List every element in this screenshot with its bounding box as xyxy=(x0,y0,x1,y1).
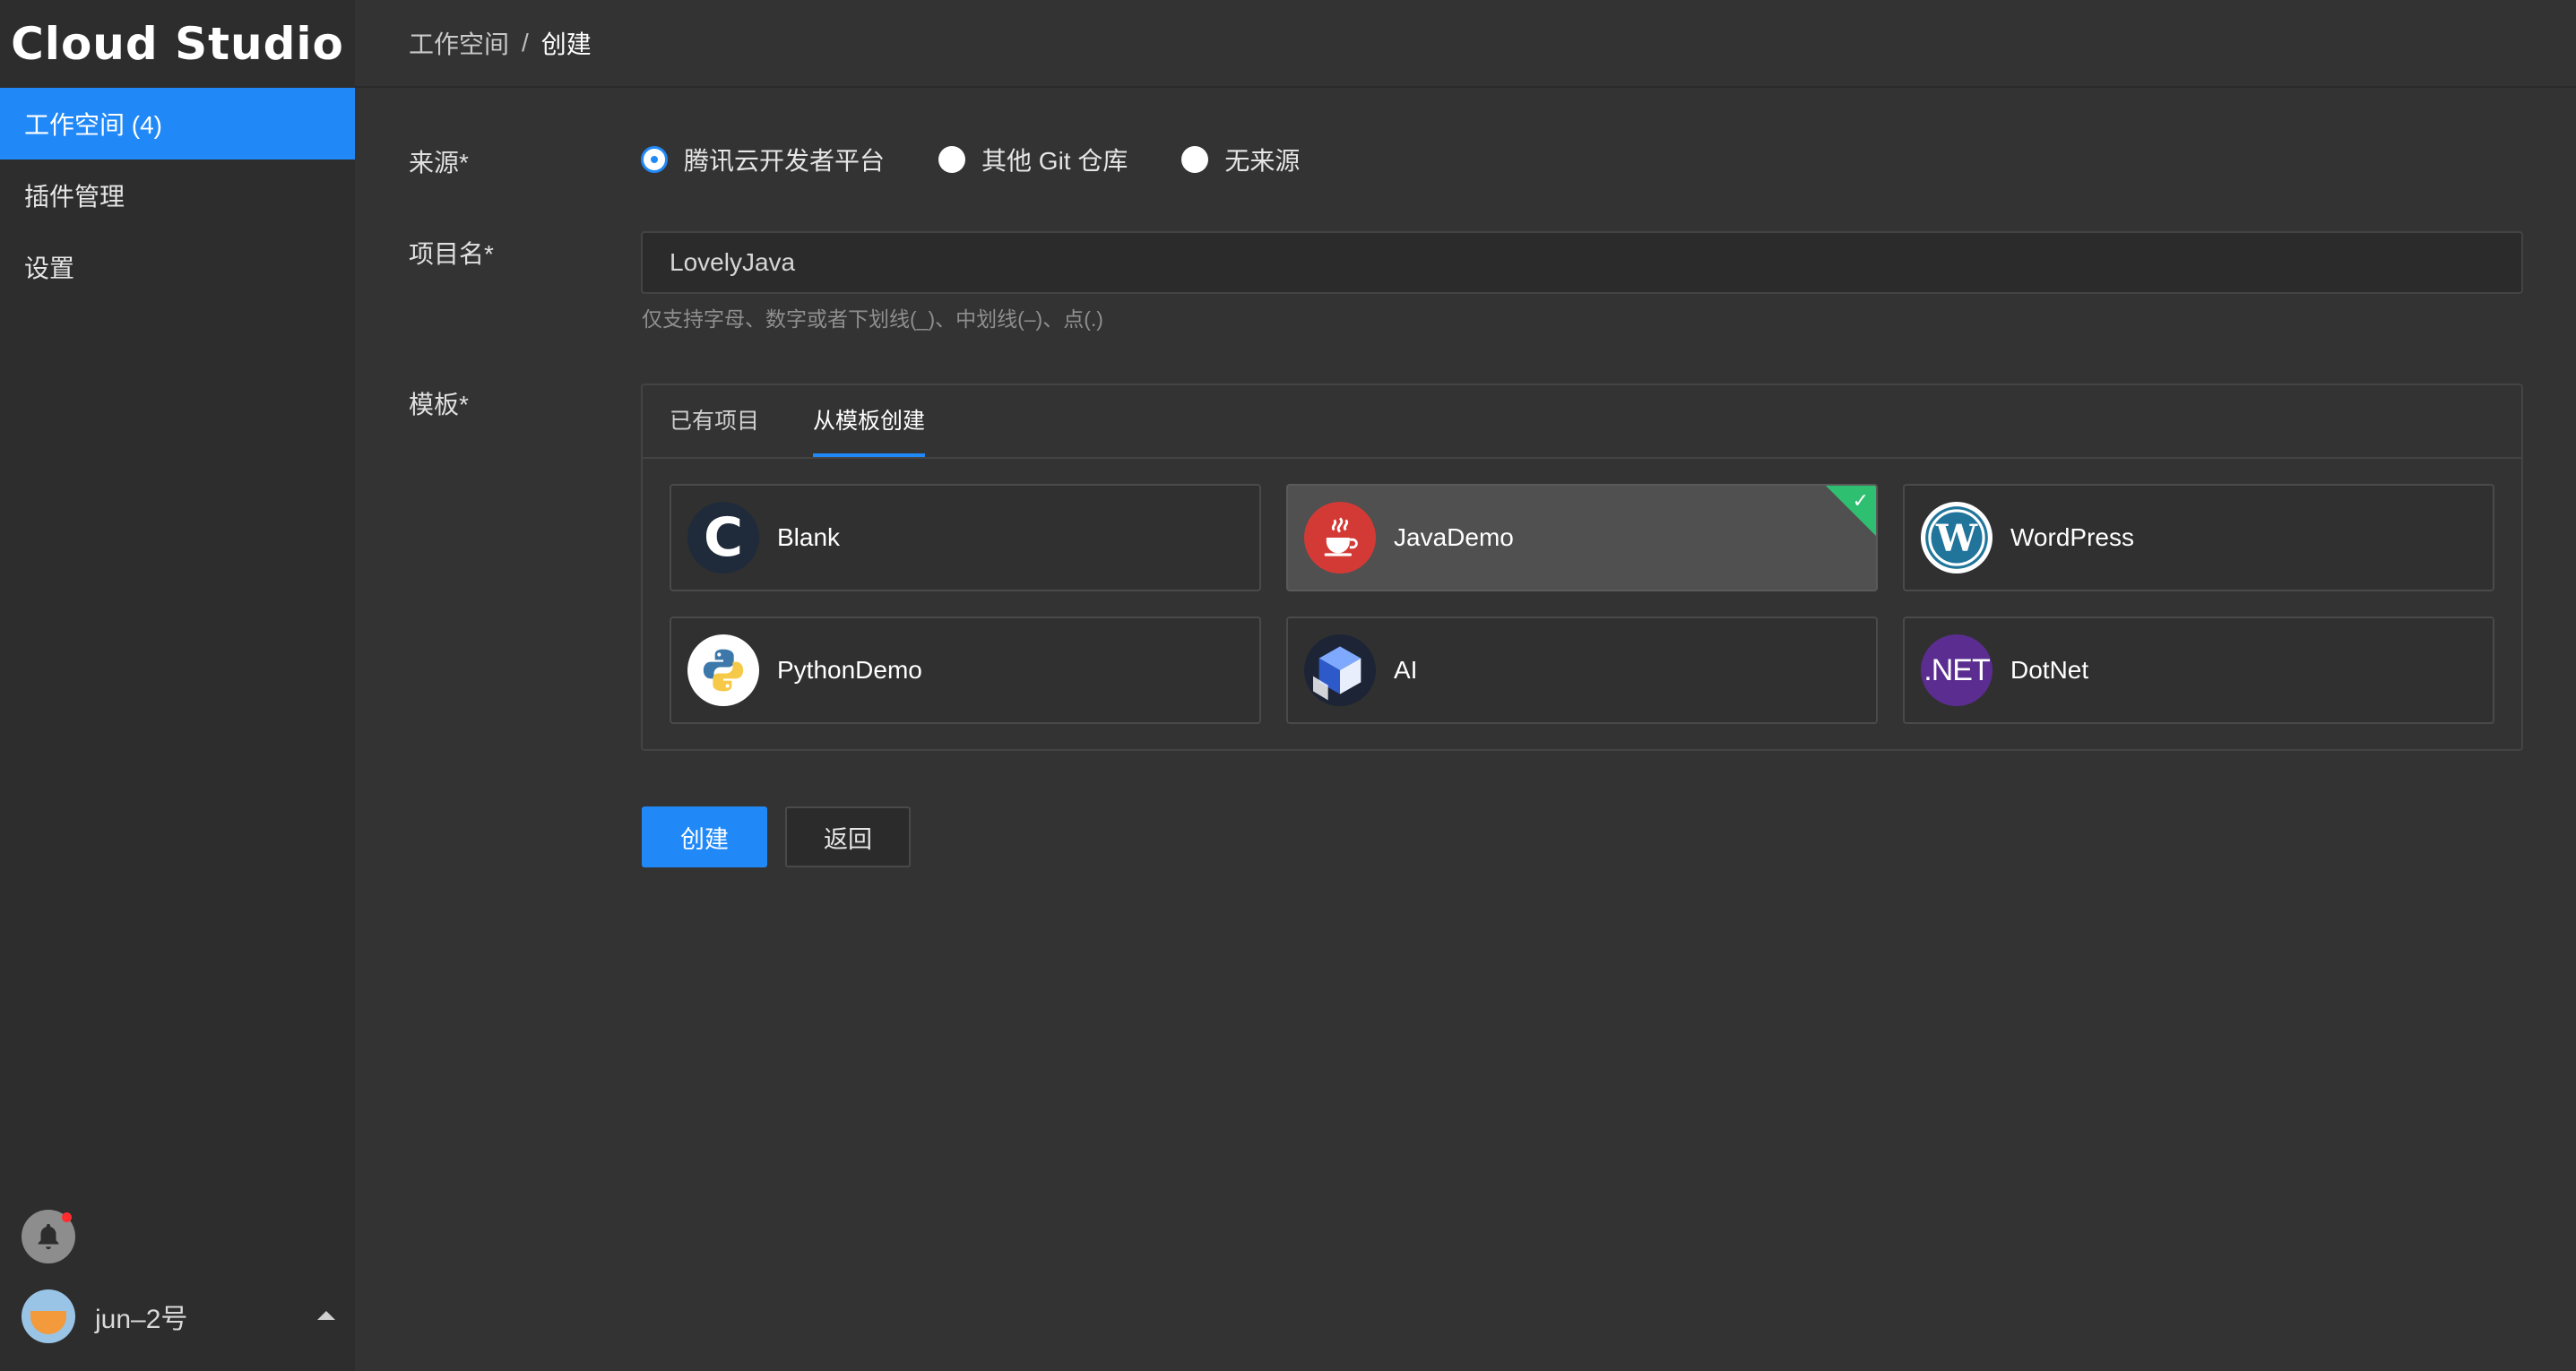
username: jun–2号 xyxy=(95,1305,188,1334)
tab-from-template[interactable]: 从模板创建 xyxy=(813,403,926,457)
template-card-name: JavaDemo xyxy=(1394,523,1514,551)
template-card-dotnet[interactable]: .NET DotNet xyxy=(1903,617,2494,724)
notification-button[interactable] xyxy=(22,1210,75,1263)
check-icon: ✓ xyxy=(1852,489,1869,512)
breadcrumb-workspaces[interactable]: 工作空间 xyxy=(409,25,509,61)
user-menu[interactable]: jun–2号 xyxy=(22,1288,335,1345)
radio-label: 无来源 xyxy=(1224,147,1301,175)
breadcrumb-current: 创建 xyxy=(540,30,592,58)
radio-label: 腾讯云开发者平台 xyxy=(684,147,886,175)
ai-cube-icon xyxy=(1304,634,1376,706)
template-card-javademo[interactable]: JavaDemo ✓ xyxy=(1286,484,1878,591)
avatar xyxy=(22,1289,75,1343)
sidebar-item-plugins[interactable]: 插件管理 xyxy=(0,160,355,231)
radio-tencent-dev-platform[interactable]: 腾讯云开发者平台 xyxy=(641,142,885,177)
radio-unchecked-icon xyxy=(1181,146,1209,173)
sidebar: Cloud Studio 工作空间 (4) 插件管理 设置 jun–2号 xyxy=(0,0,355,1371)
tab-existing-project[interactable]: 已有项目 xyxy=(670,403,759,457)
project-name-label: 项目名* xyxy=(409,240,494,268)
template-card-pythondemo[interactable]: PythonDemo xyxy=(670,617,1261,724)
radio-no-source[interactable]: 无来源 xyxy=(1181,142,1300,177)
radio-unchecked-icon xyxy=(938,146,966,173)
template-card-wordpress[interactable]: W WordPress xyxy=(1903,484,2494,591)
wordpress-icon: W xyxy=(1921,502,1993,573)
svg-text:W: W xyxy=(1935,516,1978,560)
template-card-name: WordPress xyxy=(2010,523,2134,551)
project-name-hint: 仅支持字母、数字或者下划线(_)、中划线(–)、点(.) xyxy=(642,307,1103,331)
template-card-ai[interactable]: AI xyxy=(1286,617,1878,724)
create-button[interactable]: 创建 xyxy=(642,806,767,867)
back-button[interactable]: 返回 xyxy=(785,806,911,867)
caret-up-icon[interactable] xyxy=(317,1311,335,1320)
template-card-name: PythonDemo xyxy=(777,656,922,684)
template-card-blank[interactable]: C Blank xyxy=(670,484,1261,591)
project-name-input[interactable]: LovelyJava xyxy=(641,231,2523,294)
python-icon xyxy=(687,634,759,706)
dotnet-icon-text: .NET xyxy=(1923,652,1990,687)
template-label: 模板* xyxy=(409,391,469,418)
blank-c-icon: C xyxy=(687,502,759,573)
template-panel: 已有项目 从模板创建 C Blank JavaDemo ✓ W WordPres… xyxy=(641,384,2523,751)
breadcrumb: 工作空间 / 创建 xyxy=(355,0,2576,88)
app-logo: Cloud Studio xyxy=(11,18,344,70)
breadcrumb-separator: / xyxy=(522,29,529,56)
source-label: 来源* xyxy=(409,149,469,177)
template-card-name: AI xyxy=(1394,656,1418,684)
sidebar-item-settings[interactable]: 设置 xyxy=(0,231,355,303)
bell-icon xyxy=(38,1223,59,1250)
sidebar-item-workspaces[interactable]: 工作空间 (4) xyxy=(0,88,355,160)
template-tabs: 已有项目 从模板创建 xyxy=(643,385,2521,459)
radio-label: 其他 Git 仓库 xyxy=(981,147,1128,175)
radio-other-git[interactable]: 其他 Git 仓库 xyxy=(938,142,1128,177)
template-card-name: DotNet xyxy=(2010,656,2089,684)
notification-badge xyxy=(62,1212,72,1222)
source-radio-group: 腾讯云开发者平台 其他 Git 仓库 无来源 xyxy=(641,142,1353,177)
template-card-name: Blank xyxy=(777,523,841,551)
radio-checked-icon xyxy=(641,146,668,173)
java-icon xyxy=(1304,502,1376,573)
dotnet-icon: .NET xyxy=(1921,634,1993,706)
